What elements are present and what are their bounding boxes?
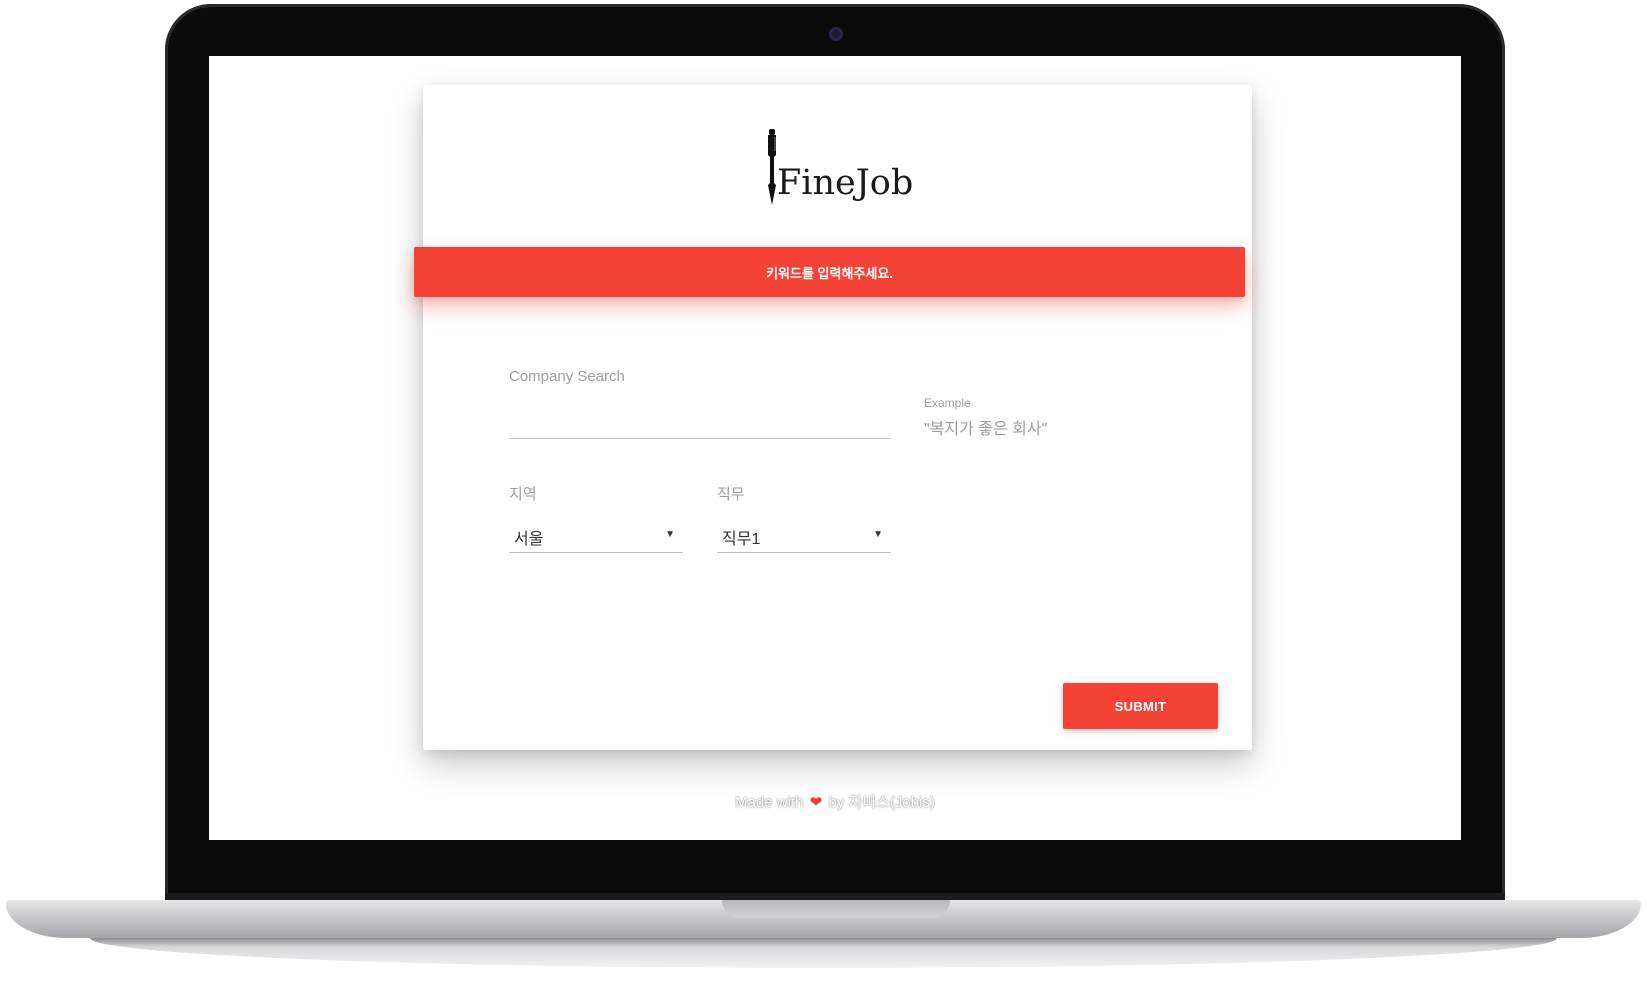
alert-message: 키워드를 입력해주세요. bbox=[766, 265, 893, 281]
region-select[interactable]: 서울 ▼ bbox=[509, 517, 683, 553]
example-text: "복지가 좋은 회사" bbox=[924, 421, 1048, 438]
laptop-screen: FineJob 키워드를 입력해주세요. Company Search Exam… bbox=[209, 56, 1461, 840]
laptop-notch bbox=[722, 900, 950, 918]
submit-button[interactable]: SUBMIT bbox=[1063, 683, 1218, 729]
search-card: FineJob 키워드를 입력해주세요. Company Search Exam… bbox=[414, 85, 1252, 750]
dropdown-arrow-icon: ▼ bbox=[665, 529, 675, 540]
search-label: Company Search bbox=[509, 368, 625, 385]
heart-icon: ❤ bbox=[809, 794, 823, 811]
footer-author-link[interactable]: 자비스(Jobis) bbox=[848, 794, 934, 811]
laptop-base-shadow bbox=[90, 938, 1557, 968]
example-label: Example bbox=[924, 396, 971, 410]
search-underline bbox=[509, 438, 891, 439]
footer-made-with: Made with bbox=[735, 794, 804, 811]
region-underline bbox=[509, 552, 683, 553]
dropdown-arrow-icon: ▼ bbox=[873, 529, 883, 540]
stage: FineJob 키워드를 입력해주세요. Company Search Exam… bbox=[0, 0, 1647, 983]
brand-name: FineJob bbox=[777, 163, 914, 203]
region-label: 지역 bbox=[509, 486, 537, 503]
job-underline bbox=[717, 552, 891, 553]
error-alert: 키워드를 입력해주세요. bbox=[414, 247, 1245, 297]
footer-by: by bbox=[828, 794, 845, 811]
company-search-input[interactable] bbox=[509, 405, 891, 433]
footer: Made with ❤ by 자비스(Jobis) bbox=[209, 791, 1461, 812]
region-selected-value: 서울 bbox=[514, 531, 544, 548]
webcam-icon bbox=[829, 27, 843, 41]
job-select[interactable]: 직무1 ▼ bbox=[717, 517, 891, 553]
brand-logo[interactable]: FineJob bbox=[765, 129, 925, 209]
job-selected-value: 직무1 bbox=[722, 531, 761, 548]
job-label: 직무 bbox=[717, 486, 745, 503]
